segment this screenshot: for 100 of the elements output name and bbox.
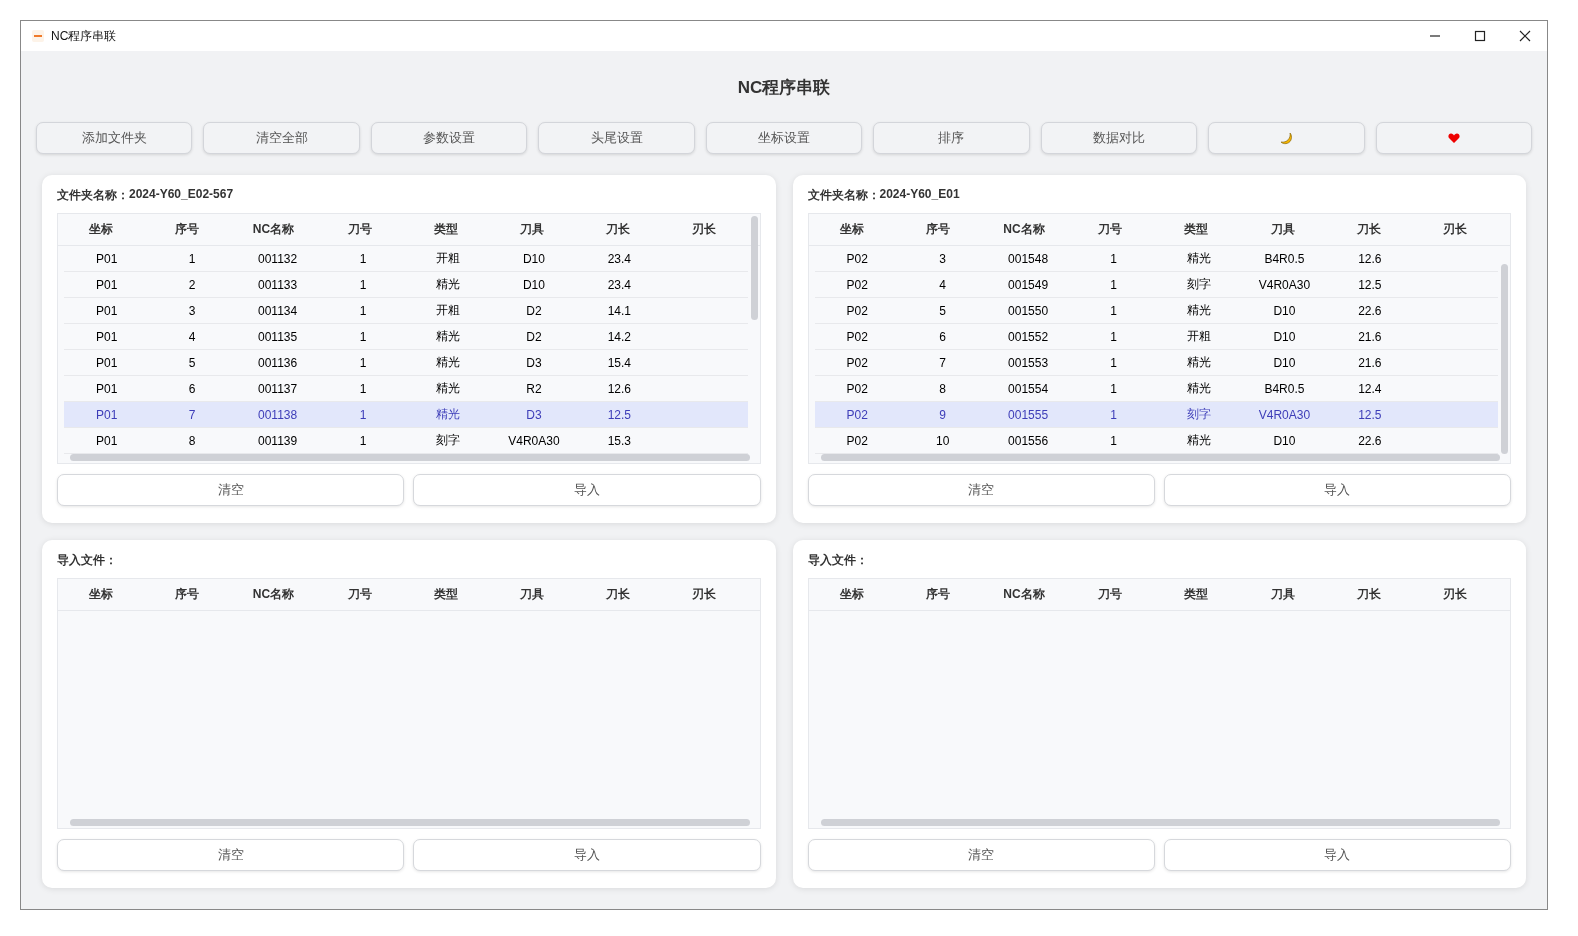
table-cell-text: 精光: [1185, 432, 1212, 449]
panel-button[interactable]: 清空: [57, 839, 405, 871]
table-cell-text: 21.6: [1357, 355, 1383, 370]
table-cell-text: 12.5: [1357, 277, 1383, 292]
column-header: 刀号: [1097, 221, 1124, 238]
table-row[interactable]: P01 5 001136 1 精光 D3 15.4: [64, 350, 748, 376]
table-cell-text: V4R0A30: [507, 433, 561, 448]
column-header: 序号: [924, 586, 951, 603]
table-cell-text: 001134: [257, 303, 299, 318]
table-cell-text: D3: [525, 407, 543, 422]
table-row[interactable]: P01 3 001134 1 开粗 D2 14.1: [64, 298, 748, 324]
panel-button[interactable]: 导入: [413, 839, 761, 871]
table-row[interactable]: P01 4 001135 1 精光 D2 14.2: [64, 324, 748, 350]
table-cell-text: 12.5: [1357, 407, 1383, 422]
horizontal-scrollbar[interactable]: [820, 819, 1500, 826]
horizontal-scrollbar[interactable]: [820, 454, 1500, 461]
vertical-scrollbar[interactable]: [1501, 264, 1508, 454]
table-cell-text: 1: [1109, 277, 1118, 292]
table-cell-text: 1: [358, 251, 368, 266]
table-cell-text: 精光: [435, 406, 462, 423]
table-row[interactable]: P02 3 001548 1 精光 B4R0.5 12.6: [814, 246, 1498, 272]
column-header: NC名称: [1002, 221, 1046, 238]
heart-button[interactable]: [1375, 122, 1532, 154]
table-cell-text: P01: [95, 251, 119, 266]
table-cell-text: P02: [845, 433, 869, 448]
table-row[interactable]: P01 7 001138 1 精光 D3 12.5: [64, 402, 748, 428]
horizontal-scrollbar[interactable]: [70, 819, 750, 826]
panel-button[interactable]: 清空: [807, 839, 1155, 871]
close-icon[interactable]: [1519, 30, 1531, 42]
table-cell-text: 1: [1109, 329, 1118, 344]
table-cell-text: D10: [521, 251, 546, 266]
horizontal-scrollbar[interactable]: [70, 454, 750, 461]
panel-button[interactable]: 导入: [1163, 839, 1511, 871]
table-row[interactable]: P02 9 001555 1 刻字 V4R0A30 12.5: [814, 402, 1498, 428]
table-cell-text: V4R0A30: [1257, 277, 1312, 292]
column-header: 类型: [1183, 221, 1210, 238]
panel-label: 导入文件：: [57, 552, 117, 569]
column-header: 刀号: [346, 586, 373, 603]
table-cell-text: 精光: [1185, 354, 1212, 371]
panel-label: 文件夹名称：: [57, 187, 129, 204]
table-cell-text: R2: [525, 381, 543, 396]
panel-button[interactable]: 清空: [57, 474, 405, 506]
table-cell-text: 001139: [257, 433, 299, 448]
toolbar-button[interactable]: 参数设置: [370, 122, 528, 154]
table-cell-text: 精光: [435, 276, 462, 293]
column-header: 刀具: [519, 221, 546, 238]
table-cell-text: P02: [845, 303, 869, 318]
maximize-icon[interactable]: [1474, 30, 1486, 42]
table-cell-text: 001136: [257, 355, 299, 370]
column-header: 刀长: [605, 221, 632, 238]
table-cell-text: 14.2: [606, 329, 632, 344]
column-header: 序号: [924, 221, 951, 238]
table-cell-text: P01: [95, 277, 119, 292]
table-cell-text: 刻字: [435, 432, 462, 449]
table-cell-text: V4R0A30: [1257, 407, 1312, 422]
table-cell-text: P02: [845, 329, 869, 344]
table-row[interactable]: P02 6 001552 1 开粗 D10 21.6: [814, 324, 1498, 350]
table-cell-text: P01: [95, 381, 119, 396]
toolbar-button[interactable]: 排序: [873, 122, 1030, 154]
table-row[interactable]: P01 2 001133 1 精光 D10 23.4: [64, 272, 748, 298]
column-header: 坐标: [838, 586, 865, 603]
table-cell-text: 1: [358, 355, 368, 370]
table-cell-text: 7: [938, 355, 947, 370]
column-header: 刀号: [1097, 586, 1124, 603]
table-cell-text: P02: [845, 355, 869, 370]
table-row[interactable]: P01 1 001132 1 开粗 D10 23.4: [64, 246, 748, 272]
table-cell-text: 开粗: [435, 250, 462, 267]
table-cell-text: 精光: [435, 328, 462, 345]
table-cell-text: 12.6: [606, 381, 632, 396]
table-cell-text: P02: [845, 277, 869, 292]
table-cell-text: 12.5: [606, 407, 632, 422]
column-header: 坐标: [88, 221, 115, 238]
table-cell-text: P01: [95, 355, 119, 370]
table-cell-text: 1: [358, 277, 368, 292]
panel-button[interactable]: 导入: [1163, 474, 1511, 506]
panel-button[interactable]: 导入: [413, 474, 761, 506]
toolbar-button[interactable]: 添加文件夹: [36, 122, 193, 154]
toolbar-button[interactable]: 清空全部: [203, 122, 360, 154]
toolbar-button[interactable]: 数据对比: [1040, 122, 1198, 154]
toolbar-button[interactable]: 头尾设置: [538, 122, 695, 154]
vertical-scrollbar[interactable]: [750, 216, 758, 320]
table-cell-text: P01: [95, 329, 119, 344]
table-cell-text: 001138: [257, 407, 299, 422]
table-cell-text: 1: [1109, 381, 1118, 396]
table-cell-text: 001548: [1007, 251, 1050, 266]
table-row[interactable]: P02 4 001549 1 刻字 V4R0A30 12.5: [814, 272, 1498, 298]
table-row[interactable]: P02 7 001553 1 精光 D10 21.6: [814, 350, 1498, 376]
table-row[interactable]: P02 5 001550 1 精光 D10 22.6: [814, 298, 1498, 324]
folder-name: 2024-Y60_E02-567: [129, 187, 234, 203]
panel-button[interactable]: 清空: [807, 474, 1155, 506]
table-cell-text: 001137: [257, 381, 299, 396]
table-cell-text: 1: [1109, 251, 1118, 266]
toolbar-button[interactable]: 坐标设置: [705, 122, 863, 154]
moon-button[interactable]: [1208, 122, 1365, 154]
column-header: 刀具: [519, 586, 546, 603]
table-cell-text: 4: [187, 329, 197, 344]
column-header: 刀长: [1355, 586, 1382, 603]
table-cell-text: D10: [1272, 329, 1297, 344]
folder-name: 2024-Y60_E01: [879, 187, 960, 203]
table-cell-text: 23.4: [606, 251, 632, 266]
